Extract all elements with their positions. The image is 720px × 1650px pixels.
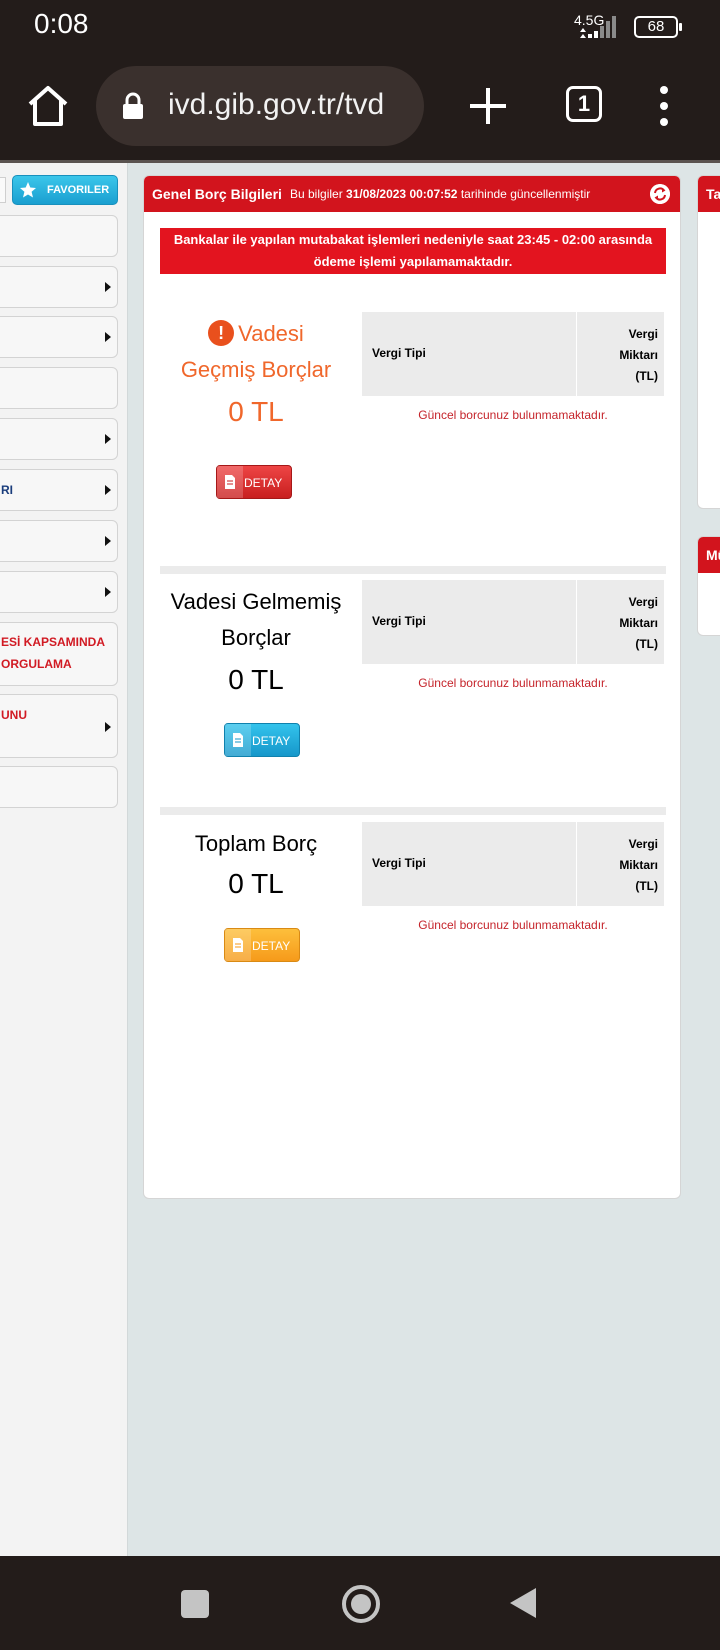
empty-message: Güncel borcunuz bulunmamaktadır. — [418, 676, 608, 690]
sidebar-item[interactable] — [0, 418, 118, 460]
exclamation-icon: ! — [208, 320, 235, 346]
overdue-detail-button[interactable]: DETAY — [216, 465, 292, 499]
table-header: Vergi Tipi Vergi Miktarı (TL) — [362, 312, 664, 396]
maintenance-notice: Bankalar ile yapılan mutabakat işlemleri… — [160, 228, 666, 274]
detail-label: DETAY — [244, 476, 283, 490]
tab-switcher-button[interactable]: 1 — [566, 86, 602, 122]
refresh-icon[interactable] — [650, 184, 670, 204]
notice-line: ödeme işlemi yapılamamaktadır. — [313, 254, 513, 269]
section-title-line: Vadesi Gelmemiş — [170, 589, 342, 614]
battery-icon: 68 — [634, 16, 682, 38]
sidebar-item[interactable]: UNU — [0, 694, 118, 758]
caret-right-icon — [105, 485, 111, 495]
address-bar[interactable]: ivd.gib.gov.tr/tvd — [96, 66, 424, 146]
table-header: Vergi Tipi Vergi Miktarı (TL) — [362, 822, 664, 906]
status-time: 0:08 — [34, 8, 89, 39]
caret-right-icon — [105, 587, 111, 597]
update-datetime: 31/08/2023 00:07:52 — [346, 187, 458, 201]
sidebar-item[interactable] — [0, 571, 118, 613]
home-icon[interactable] — [24, 82, 72, 130]
caret-right-icon — [105, 722, 111, 732]
caret-right-icon — [105, 332, 111, 342]
back-icon[interactable] — [508, 1586, 538, 1620]
total-detail-button[interactable]: DETAY — [224, 928, 300, 962]
section-title-line: Vadesi — [238, 321, 304, 346]
right-panel-title: Ta — [698, 176, 720, 212]
sidebar-item-label: ESİ KAPSAMINDA — [1, 635, 106, 649]
recent-apps-icon[interactable] — [181, 1590, 209, 1618]
browser-toolbar: ivd.gib.gov.tr/tvd 1 — [0, 54, 720, 162]
section-title-line: Geçmiş Borçlar — [180, 357, 332, 382]
sidebar-item-label: ORGULAMA — [1, 657, 72, 671]
caret-right-icon — [105, 434, 111, 444]
section-title: ! Vadesi — [156, 316, 356, 352]
sidebar-item[interactable] — [0, 367, 118, 409]
more-menu-icon[interactable] — [654, 84, 674, 128]
detail-label: DETAY — [252, 734, 291, 748]
caret-right-icon — [105, 536, 111, 546]
section-title-line: Borçlar — [221, 625, 291, 650]
status-bar: 0:08 4.5G 68 — [0, 0, 720, 54]
star-icon — [20, 182, 36, 198]
col-tax-amount: Vergi Miktarı (TL) — [619, 595, 658, 651]
sidebar-item-label: RI — [1, 483, 13, 497]
right-panel: Mü — [697, 536, 720, 636]
update-info-suffix: tarihinde güncellenmiştir — [460, 187, 591, 201]
col-tax-type: Vergi Tipi — [372, 614, 426, 628]
section-divider — [160, 807, 666, 815]
sidebar-item[interactable] — [0, 266, 118, 308]
section-amount: 0 TL — [228, 396, 284, 427]
sidebar-item[interactable] — [0, 316, 118, 358]
right-panel: Ta — [697, 175, 720, 509]
col-tax-amount: Vergi Miktarı (TL) — [619, 327, 658, 383]
favorites-label: FAVORILER — [47, 184, 110, 196]
lock-icon — [123, 92, 143, 119]
section-divider — [160, 566, 666, 574]
web-content: FAVORILER RI ESİ KAPSAMINDA ORGULAMA UNU… — [0, 163, 720, 1556]
update-info-prefix: Bu bilgiler — [290, 187, 343, 201]
sidebar-edge-button[interactable] — [0, 177, 6, 203]
url-text: ivd.gib.gov.tr/tvd — [168, 88, 385, 121]
sidebar-item[interactable]: ESİ KAPSAMINDA ORGULAMA — [0, 622, 118, 686]
update-info: Bu bilgiler 31/08/2023 00:07:52 tarihind… — [290, 187, 590, 201]
document-icon — [217, 466, 243, 498]
caret-right-icon — [105, 282, 111, 292]
sidebar-item-label: UNU — [1, 708, 27, 722]
notice-line: Bankalar ile yapılan mutabakat işlemleri… — [173, 232, 653, 247]
section-title-line: Toplam Borç — [194, 831, 318, 856]
new-tab-icon[interactable] — [466, 84, 510, 128]
upcoming-detail-button[interactable]: DETAY — [224, 723, 300, 757]
panel-header: Genel Borç Bilgileri Bu bilgiler 31/08/2… — [144, 176, 680, 212]
col-tax-type: Vergi Tipi — [372, 856, 426, 870]
debt-info-panel: Genel Borç Bilgileri Bu bilgiler 31/08/2… — [143, 175, 681, 1199]
navigation-bar — [0, 1556, 720, 1650]
col-tax-type: Vergi Tipi — [372, 346, 426, 360]
document-icon — [225, 724, 251, 756]
sidebar-item[interactable] — [0, 215, 118, 257]
sidebar: FAVORILER RI ESİ KAPSAMINDA ORGULAMA UNU — [0, 163, 128, 1556]
signal-icon — [580, 16, 616, 38]
col-tax-amount: Vergi Miktarı (TL) — [619, 837, 658, 893]
sidebar-item[interactable] — [0, 520, 118, 562]
empty-message: Güncel borcunuz bulunmamaktadır. — [418, 408, 608, 422]
sidebar-item[interactable] — [0, 766, 118, 808]
detail-label: DETAY — [252, 939, 291, 953]
home-circle-icon[interactable] — [341, 1584, 381, 1624]
right-panel-title: Mü — [698, 537, 720, 573]
table-header: Vergi Tipi Vergi Miktarı (TL) — [362, 580, 664, 664]
section-amount: 0 TL — [228, 664, 284, 695]
section-amount: 0 TL — [228, 868, 284, 899]
favorites-button[interactable]: FAVORILER — [12, 175, 118, 205]
document-icon — [225, 929, 251, 961]
empty-message: Güncel borcunuz bulunmamaktadır. — [418, 918, 608, 932]
panel-title: Genel Borç Bilgileri — [152, 186, 282, 202]
sidebar-item[interactable]: RI — [0, 469, 118, 511]
